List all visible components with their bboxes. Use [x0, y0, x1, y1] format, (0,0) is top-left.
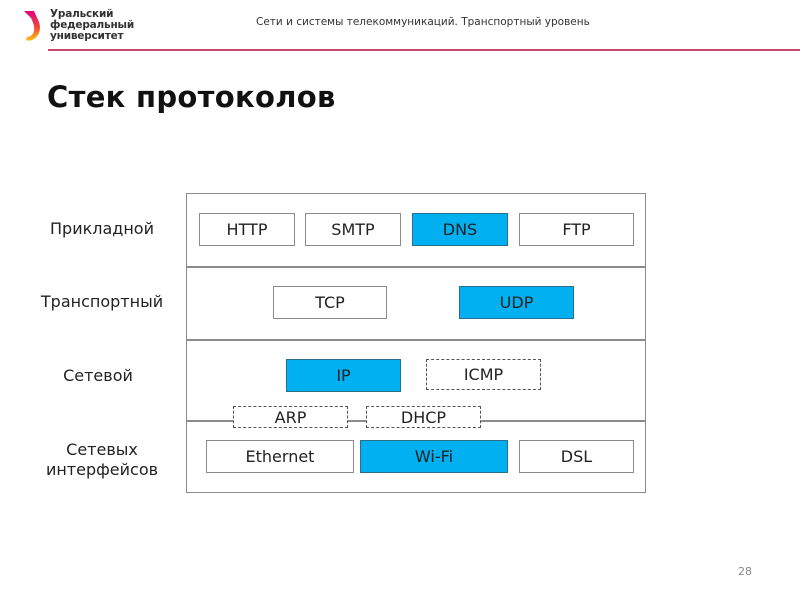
protocol-wifi: Wi-Fi — [360, 440, 508, 473]
header-divider — [48, 49, 800, 51]
protocol-http: HTTP — [199, 213, 295, 246]
protocol-ip: IP — [286, 359, 401, 392]
university-name: Уральский федеральный университет — [50, 9, 134, 42]
protocol-tcp: TCP — [273, 286, 387, 319]
protocol-dns: DNS — [412, 213, 508, 246]
layer-label-link: Сетевых интерфейсов — [17, 440, 187, 480]
course-title: Сети и системы телекоммуникаций. Транспо… — [256, 16, 590, 28]
page-number: 28 — [738, 565, 752, 578]
protocol-dhcp: DHCP — [366, 406, 481, 428]
layer-label-application: Прикладной — [50, 219, 154, 238]
layer-divider — [186, 339, 646, 341]
protocol-icmp: ICMP — [426, 359, 541, 390]
layer-divider — [186, 266, 646, 268]
protocol-ftp: FTP — [519, 213, 634, 246]
protocol-smtp: SMTP — [305, 213, 401, 246]
protocol-udp: UDP — [459, 286, 574, 319]
layer-label-line: интерфейсов — [45, 460, 159, 479]
layer-label-line: Сетевых — [66, 440, 138, 459]
layer-label-transport: Транспортный — [40, 292, 164, 311]
university-logo-icon — [24, 11, 40, 41]
protocol-ethernet: Ethernet — [206, 440, 354, 473]
layer-label-network: Сетевой — [63, 366, 133, 385]
university-name-line: университет — [50, 30, 124, 42]
slide-title: Стек протоколов — [47, 80, 336, 114]
protocol-arp: ARP — [233, 406, 348, 428]
protocol-dsl: DSL — [519, 440, 634, 473]
